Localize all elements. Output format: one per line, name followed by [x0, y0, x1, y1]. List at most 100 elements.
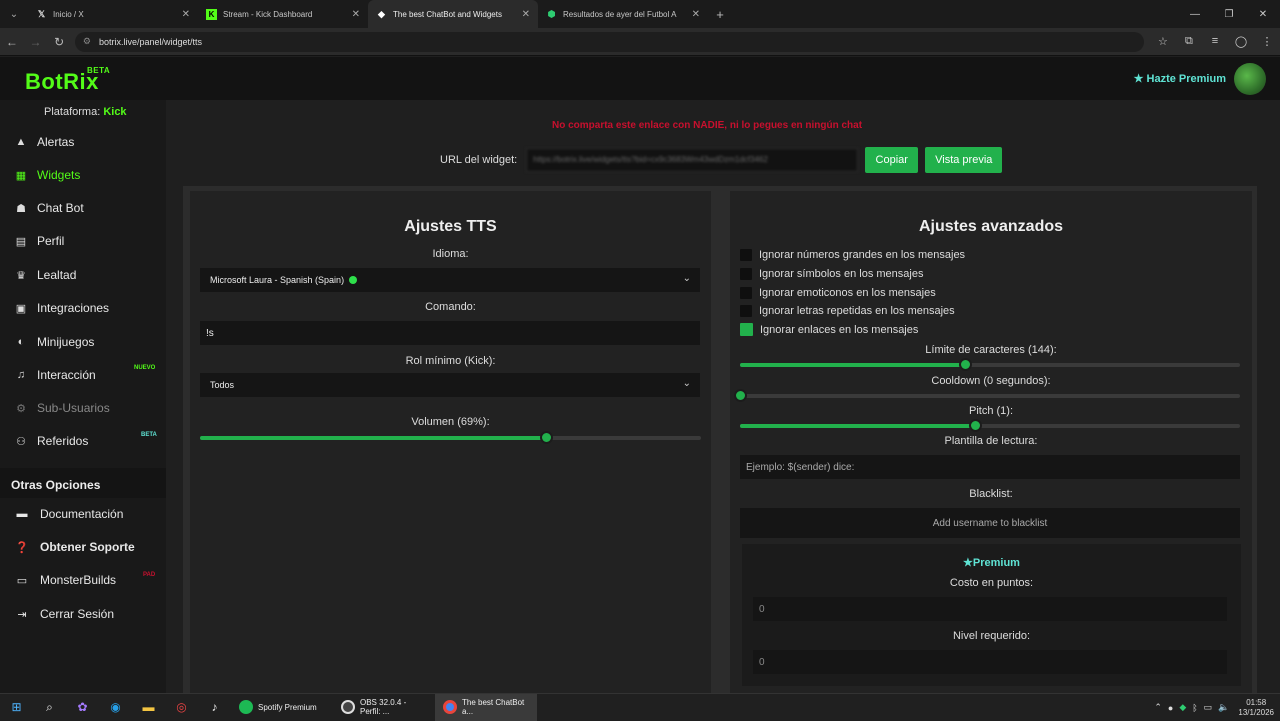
checkbox-ignore-emotes[interactable]: Ignorar emoticonos en los mensajes	[740, 287, 936, 299]
volume-slider-thumb[interactable]	[539, 431, 553, 444]
monitor-icon: ▭	[16, 574, 28, 587]
hazte-premium-link[interactable]: ★ Hazte Premium	[1134, 72, 1226, 85]
volume-slider-fill	[200, 436, 546, 440]
sidebar-item-referidos[interactable]: ⚇ Referidos BETA	[0, 427, 166, 455]
new-badge: NUEVO	[134, 365, 156, 371]
copy-button[interactable]: Copiar	[865, 147, 919, 173]
site-info-icon[interactable]: ⚙	[83, 36, 91, 47]
checkbox-label: Ignorar letras repetidas en los mensajes	[759, 305, 955, 317]
command-input[interactable]: !s	[200, 321, 700, 345]
preview-button[interactable]: Vista previa	[925, 147, 1003, 173]
profile-icon[interactable]: ◯	[1228, 35, 1254, 48]
windows-start-icon[interactable]: ⊞	[0, 694, 33, 721]
sidebar-item-perfil[interactable]: ▤ Perfil	[0, 227, 166, 255]
bluetooth-icon[interactable]: ᛒ	[1192, 703, 1197, 713]
microphone-icon[interactable]: ●	[1168, 703, 1173, 713]
volume-label: Volumen (69%):	[411, 416, 490, 428]
checkbox[interactable]	[740, 287, 752, 299]
volume-slider[interactable]	[200, 431, 701, 444]
shield-icon[interactable]: ◆	[1179, 702, 1186, 713]
close-tab-icon[interactable]: ✕	[692, 9, 700, 20]
botrix-app: BotRix BETA ★ Hazte Premium Plataforma: …	[0, 57, 1280, 693]
sidebar-item-obtener-soporte[interactable]: ❓ Obtener Soporte	[0, 533, 166, 561]
taskbar-app-chrome[interactable]: The best ChatBot a...	[435, 693, 537, 721]
avatar[interactable]	[1234, 63, 1266, 95]
blacklist-input[interactable]: Add username to blacklist	[740, 508, 1240, 538]
taskbar-app-label: Spotify Premium	[258, 702, 317, 712]
pitch-slider[interactable]	[740, 419, 1240, 432]
sidebar-item-chatbot[interactable]: ☗ Chat Bot	[0, 194, 166, 222]
tab-kick-dashboard[interactable]: K Stream - Kick Dashboard ✕	[198, 0, 368, 28]
sidebar-item-widgets[interactable]: ▦ Widgets	[0, 161, 166, 189]
plug-icon: ▣	[15, 302, 27, 315]
search-icon[interactable]: ⌕	[33, 694, 66, 721]
checkbox[interactable]	[740, 305, 752, 317]
checkbox[interactable]	[740, 268, 752, 280]
taskbar-app-obs[interactable]: OBS 32.0.4 - Perfil: ...	[333, 694, 435, 721]
sidebar-item-sub-usuarios[interactable]: ⚙ Sub-Usuarios	[0, 394, 166, 422]
tiktok-icon[interactable]: ♪	[198, 694, 231, 721]
sidebar-item-cerrar-sesion[interactable]: ⇥ Cerrar Sesión	[0, 600, 166, 628]
file-explorer-icon[interactable]: ▬	[132, 694, 165, 721]
clock[interactable]: 01:58 13/1/2026	[1238, 698, 1274, 718]
widget-url-field[interactable]: https://botrix.live/widgets/tts?bid=cx9c…	[526, 148, 859, 172]
close-tab-icon[interactable]: ✕	[182, 9, 190, 20]
premium-card: ★Premium Costo en puntos: 0 Nivel requer…	[742, 544, 1241, 686]
language-select[interactable]: Microsoft Laura - Spanish (Spain) ⌄	[200, 268, 700, 292]
close-tab-icon[interactable]: ✕	[522, 9, 530, 20]
network-icon[interactable]: ▭	[1204, 702, 1213, 713]
copilot-icon[interactable]: ✿	[66, 694, 99, 721]
menu-icon[interactable]: ⋮	[1254, 35, 1280, 48]
checkbox-checked[interactable]	[740, 323, 753, 336]
chevron-up-icon[interactable]: ⌃	[1154, 702, 1162, 713]
close-tab-icon[interactable]: ✕	[352, 9, 360, 20]
sidebar-item-alertas[interactable]: ▲ Alertas	[0, 128, 166, 156]
new-tab-icon[interactable]: +	[708, 7, 732, 22]
taskbar-app-spotify[interactable]: Spotify Premium	[231, 694, 333, 721]
bookmark-icon[interactable]: ☆	[1150, 35, 1176, 48]
restore-icon[interactable]: ❐	[1212, 0, 1246, 28]
sidebar-item-label: Documentación	[40, 507, 124, 521]
sidebar-item-interaccion[interactable]: ♫ Interacción NUEVO	[0, 361, 166, 389]
sidebar-item-lealtad[interactable]: ♛ Lealtad	[0, 261, 166, 289]
level-input[interactable]: 0	[753, 650, 1227, 674]
cooldown-label: Cooldown (0 segundos):	[931, 375, 1051, 387]
url-field[interactable]: ⚙ botrix.live/panel/widget/tts	[74, 31, 1144, 52]
botrix-logo[interactable]: BotRix BETA	[25, 66, 110, 95]
sidebar-item-monsterbuilds[interactable]: ▭ MonsterBuilds PAD	[0, 566, 166, 594]
extensions-icon[interactable]: ⧉	[1176, 35, 1202, 48]
cooldown-slider[interactable]	[734, 389, 1240, 402]
tab-botrix[interactable]: ◆ The best ChatBot and Widgets ✕	[368, 0, 538, 28]
forward-icon[interactable]: →	[24, 35, 48, 49]
back-icon[interactable]: ←	[0, 35, 24, 49]
min-role-select[interactable]: Todos ⌄	[200, 373, 700, 397]
sidebar-item-minijuegos[interactable]: ◐ Minijuegos	[0, 328, 166, 356]
chrome-icon[interactable]: ◎	[165, 694, 198, 721]
premium-title: ★Premium	[742, 556, 1241, 569]
cost-input[interactable]: 0	[753, 597, 1227, 621]
advanced-settings-card: Ajustes avanzados Ignorar números grande…	[730, 191, 1252, 693]
checkbox-ignore-repeated[interactable]: Ignorar letras repetidas en los mensajes	[740, 305, 955, 317]
char-limit-thumb[interactable]	[959, 358, 972, 371]
pitch-thumb[interactable]	[969, 419, 982, 432]
template-input[interactable]: Ejemplo: $(sender) dice:	[740, 455, 1240, 479]
cooldown-thumb[interactable]	[734, 389, 747, 402]
sidebar-item-documentacion[interactable]: ▬ Documentación	[0, 500, 166, 528]
minimize-icon[interactable]: —	[1178, 0, 1212, 28]
music-icon: ♫	[16, 369, 26, 381]
checkbox-ignore-symbols[interactable]: Ignorar símbolos en los mensajes	[740, 268, 923, 280]
checkbox-ignore-links[interactable]: Ignorar enlaces en los mensajes	[740, 323, 918, 336]
close-window-icon[interactable]: ✕	[1246, 0, 1280, 28]
beta-badge: BETA	[87, 66, 111, 75]
tab-resultados-futbol[interactable]: ⬢ Resultados de ayer del Futbol A ✕	[538, 0, 708, 28]
media-icon[interactable]: ≡	[1202, 35, 1228, 48]
checkbox[interactable]	[740, 249, 752, 261]
volume-icon[interactable]: 🔈	[1218, 702, 1229, 713]
edge-icon[interactable]: ◉	[99, 694, 132, 721]
tab-search-icon[interactable]: ⌄	[0, 0, 28, 28]
char-limit-slider[interactable]	[740, 358, 1240, 371]
reload-icon[interactable]: ↻	[47, 35, 71, 49]
sidebar-item-integraciones[interactable]: ▣ Integraciones	[0, 294, 166, 322]
checkbox-ignore-numbers[interactable]: Ignorar números grandes en los mensajes	[740, 249, 965, 261]
tab-inicio-x[interactable]: 𝕏 Inicio / X ✕	[28, 0, 198, 28]
